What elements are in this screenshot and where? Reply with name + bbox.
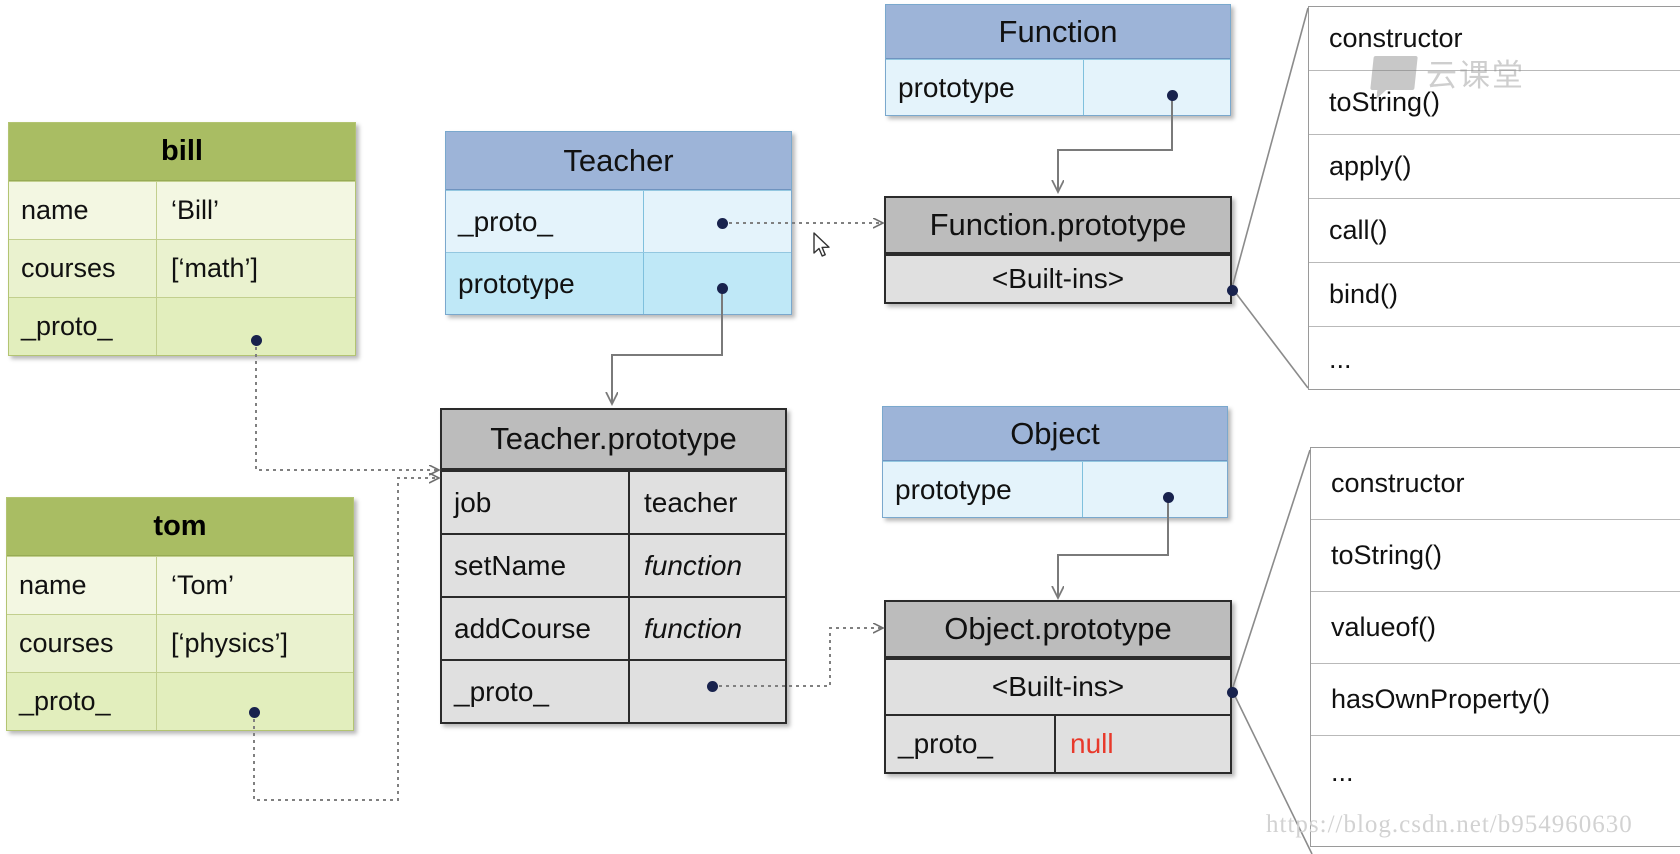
row-label: _proto_	[442, 661, 630, 722]
prototype-box-object-prototype: Object.prototype <Built-ins> _proto_ nul…	[884, 600, 1232, 774]
row-value-pointer	[630, 661, 785, 722]
table-row: prototype	[883, 461, 1227, 517]
object-box-tom: tom name ‘Tom’ courses [‘physics’] _prot…	[6, 497, 354, 731]
watermark-brand: 云课堂	[1370, 50, 1525, 95]
row-value-null: null	[1056, 716, 1230, 772]
row-value: ‘Bill’	[157, 182, 355, 239]
pointer-dot-object-prototype	[1163, 492, 1174, 503]
row-label: addCourse	[442, 598, 630, 659]
row-label: courses	[7, 615, 157, 672]
row-value-pointer	[1084, 60, 1230, 115]
list-item: constructor	[1311, 448, 1680, 520]
table-row: job teacher	[442, 470, 785, 533]
pointer-dot-object-builtins	[1227, 687, 1238, 698]
table-row: _proto_	[446, 190, 791, 252]
table-row: <Built-ins>	[886, 658, 1230, 714]
wire-bill-proto-to-teacher-prototype	[255, 340, 438, 470]
box-title-function-prototype: Function.prototype	[886, 198, 1230, 254]
row-value-pointer	[644, 253, 791, 314]
table-row: _proto_	[7, 672, 353, 730]
constructor-box-teacher: Teacher _proto_ prototype	[445, 131, 792, 315]
row-label: prototype	[886, 60, 1084, 115]
box-title-function: Function	[886, 5, 1230, 59]
object-box-bill: bill name ‘Bill’ courses [‘math’] _proto…	[8, 122, 356, 356]
row-value: function	[630, 598, 785, 659]
row-value: [‘physics’]	[157, 615, 353, 672]
row-value: function	[630, 535, 785, 596]
row-label: _proto_	[7, 673, 157, 730]
leader-object-builtins-top	[1231, 449, 1311, 691]
list-item: valueof()	[1311, 592, 1680, 664]
row-value: ‘Tom’	[157, 557, 353, 614]
box-title-object-prototype: Object.prototype	[886, 602, 1230, 658]
table-row: courses [‘physics’]	[7, 614, 353, 672]
table-row: <Built-ins>	[886, 254, 1230, 302]
pointer-dot-function-prototype	[1167, 90, 1178, 101]
brand-name: 云课堂	[1426, 58, 1525, 94]
brand-logo-icon	[1370, 55, 1418, 90]
pointer-dot-tom-proto	[249, 707, 260, 718]
box-title-teacher-prototype: Teacher.prototype	[442, 410, 785, 470]
pointer-dot-teacher-prototype-proto	[707, 681, 718, 692]
box-title-tom: tom	[7, 498, 353, 556]
row-label: job	[442, 472, 630, 533]
builtins-label: <Built-ins>	[886, 660, 1230, 714]
row-label: _proto_	[446, 191, 644, 252]
box-title-object: Object	[883, 407, 1227, 461]
table-row: _proto_	[9, 297, 355, 355]
pointer-dot-bill-proto	[251, 335, 262, 346]
pointer-dot-function-builtins	[1227, 285, 1238, 296]
watermark-url: https://blog.csdn.net/b954960630	[1266, 811, 1633, 838]
row-label: name	[7, 557, 157, 614]
row-value: [‘math’]	[157, 240, 355, 297]
pointer-dot-teacher-proto	[717, 218, 728, 229]
row-label: prototype	[883, 462, 1083, 517]
box-title-teacher: Teacher	[446, 132, 791, 190]
callout-object-builtins: constructor toString() valueof() hasOwnP…	[1310, 447, 1680, 847]
row-value-pointer	[157, 298, 355, 355]
list-item: bind()	[1309, 263, 1680, 327]
diagram-canvas: bill name ‘Bill’ courses [‘math’] _proto…	[0, 0, 1680, 854]
list-item: toString()	[1311, 520, 1680, 592]
prototype-box-teacher-prototype: Teacher.prototype job teacher setName fu…	[440, 408, 787, 724]
row-label: prototype	[446, 253, 644, 314]
row-label: courses	[9, 240, 157, 297]
constructor-box-object: Object prototype	[882, 406, 1228, 518]
table-row: _proto_	[442, 659, 785, 722]
leader-function-builtins-bottom	[1231, 287, 1309, 389]
table-row: name ‘Tom’	[7, 556, 353, 614]
list-item: call()	[1309, 199, 1680, 263]
list-item: ...	[1331, 756, 1354, 787]
table-row: _proto_ null	[886, 714, 1230, 772]
row-label: setName	[442, 535, 630, 596]
constructor-box-function: Function prototype	[885, 4, 1231, 116]
table-row: prototype	[886, 59, 1230, 115]
builtins-label: <Built-ins>	[886, 256, 1230, 302]
list-item: apply()	[1309, 135, 1680, 199]
table-row: name ‘Bill’	[9, 181, 355, 239]
row-label: _proto_	[9, 298, 157, 355]
mouse-cursor-icon	[813, 232, 830, 257]
row-label: name	[9, 182, 157, 239]
row-value: teacher	[630, 472, 785, 533]
list-item: ...	[1329, 343, 1352, 374]
row-label: _proto_	[886, 716, 1056, 772]
table-row: courses [‘math’]	[9, 239, 355, 297]
table-row: setName function	[442, 533, 785, 596]
list-item: hasOwnProperty()	[1311, 664, 1680, 736]
pointer-dot-teacher-prototype	[717, 283, 728, 294]
row-value-pointer	[157, 673, 353, 730]
box-title-bill: bill	[9, 123, 355, 181]
table-row: prototype	[446, 252, 791, 314]
leader-function-builtins-top	[1231, 7, 1309, 289]
row-value-pointer	[1083, 462, 1227, 517]
prototype-box-function-prototype: Function.prototype <Built-ins>	[884, 196, 1232, 304]
table-row: addCourse function	[442, 596, 785, 659]
